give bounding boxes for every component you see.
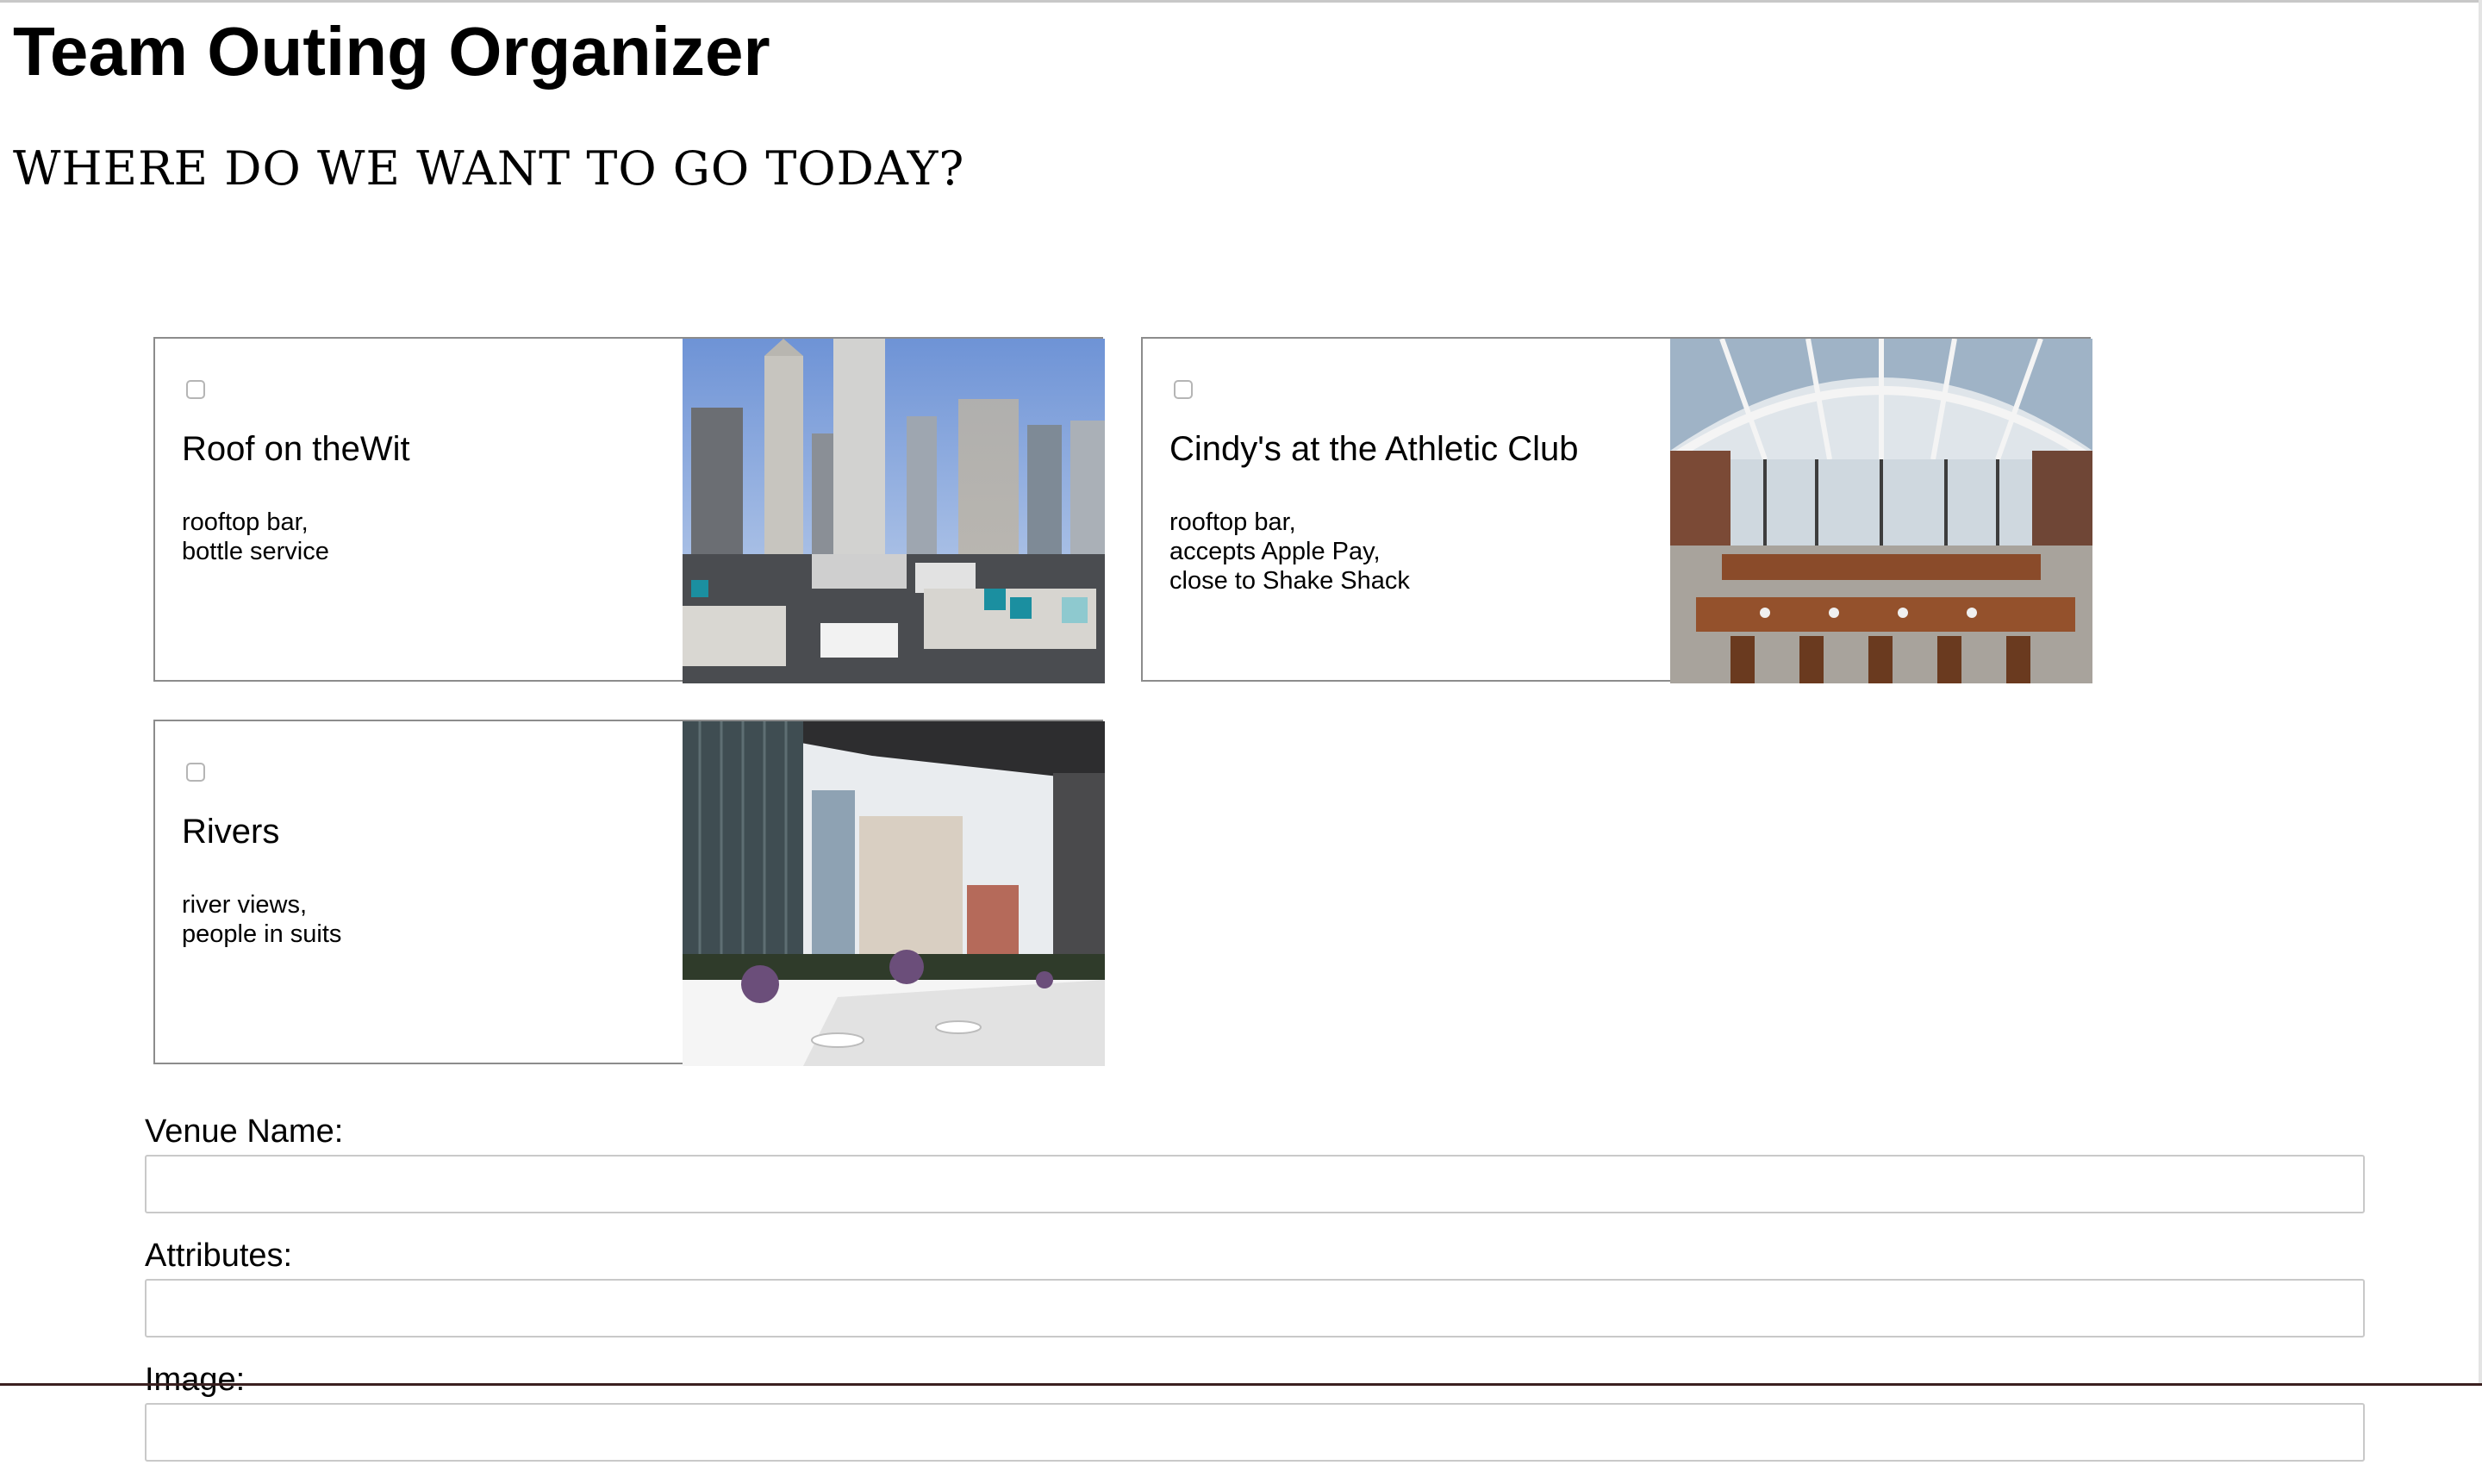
venue-card[interactable]: Roof on theWit rooftop bar, bottle servi… [153, 337, 1105, 683]
venue-name: Cindy's at the Athletic Club [1169, 430, 1579, 468]
venue-select-checkbox[interactable] [186, 763, 205, 782]
image-label: Image: [145, 1362, 246, 1398]
venue-select-checkbox[interactable] [186, 380, 205, 399]
venue-name-label: Venue Name: [145, 1113, 344, 1150]
venue-attributes: rooftop bar, accepts Apple Pay, close to… [1169, 508, 1410, 595]
attributes-label: Attributes: [145, 1238, 293, 1274]
venue-attribute: river views, [182, 891, 308, 919]
rooftop-lounge-photo [683, 339, 1105, 683]
venue-name: Roof on theWit [182, 430, 410, 468]
river-terrace-dining-photo [683, 721, 1105, 1066]
venue-attribute: rooftop bar, [1169, 508, 1296, 536]
venue-cards: Roof on theWit rooftop bar, bottle servi… [0, 0, 2482, 1120]
attributes-input[interactable] [145, 1279, 2365, 1337]
venue-attributes: river views, people in suits [182, 890, 341, 949]
venue-attribute: people in suits [182, 920, 342, 948]
venue-attribute: bottle service [182, 538, 329, 565]
venue-name-input[interactable] [145, 1155, 2365, 1213]
image-input[interactable] [145, 1403, 2365, 1462]
venue-attribute: accepts Apple Pay, [1169, 538, 1381, 565]
add-venue-form: Venue Name: Attributes: Image: [145, 1112, 2365, 1484]
glass-dome-dining-photo [1670, 339, 2092, 683]
venue-name: Rivers [182, 813, 280, 851]
venue-attributes: rooftop bar, bottle service [182, 508, 329, 566]
venue-attribute: rooftop bar, [182, 508, 309, 536]
venue-attribute: close to Shake Shack [1169, 567, 1410, 595]
venue-select-checkbox[interactable] [1174, 380, 1193, 399]
venue-card[interactable]: Cindy's at the Athletic Club rooftop bar… [1141, 337, 2092, 683]
venue-card[interactable]: Rivers river views, people in suits [153, 720, 1105, 1066]
